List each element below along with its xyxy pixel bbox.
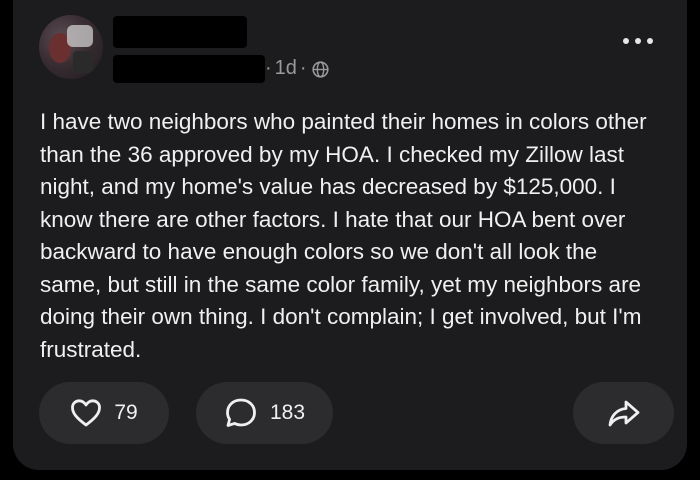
avatar[interactable] (39, 15, 103, 79)
comment-count: 183 (269, 401, 306, 424)
meta-separator-2: · (299, 57, 307, 79)
comment-button[interactable]: 183 (196, 382, 333, 444)
redacted-handle (113, 55, 265, 83)
post-body-text: I have two neighbors who painted their h… (40, 109, 647, 362)
heart-icon (70, 398, 102, 428)
share-button[interactable] (573, 382, 674, 444)
more-options-icon[interactable] (623, 36, 653, 46)
redacted-username (113, 16, 247, 48)
post-timestamp: 1d (274, 57, 297, 79)
post-meta: · 1d · (265, 56, 329, 80)
meta-separator: · (265, 57, 272, 79)
globe-icon (311, 60, 329, 78)
share-arrow-icon (607, 398, 641, 428)
like-count: 79 (114, 401, 138, 424)
speech-bubble-icon (224, 397, 258, 429)
like-button[interactable]: 79 (39, 382, 169, 444)
post-card: · 1d · I have two neighbors who painted … (13, 0, 687, 470)
